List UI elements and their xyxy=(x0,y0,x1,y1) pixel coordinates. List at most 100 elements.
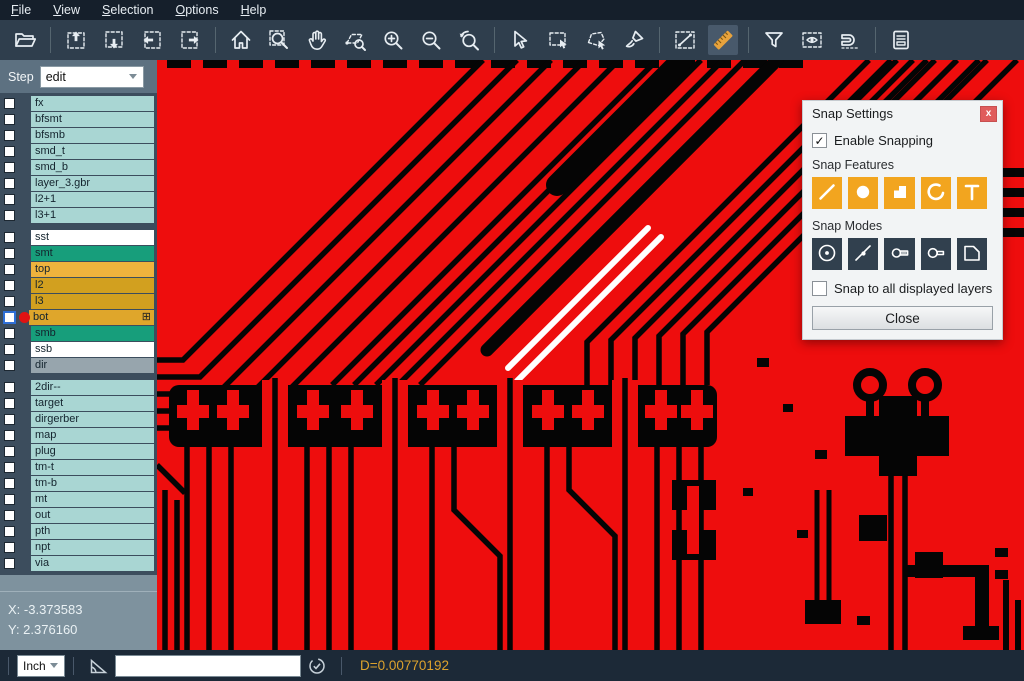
highlight-view-button[interactable] xyxy=(797,25,827,55)
layer-checkbox[interactable] xyxy=(4,398,15,409)
layer-checkbox[interactable] xyxy=(4,328,15,339)
layer-checkbox[interactable] xyxy=(4,526,15,537)
layer-checkbox[interactable] xyxy=(4,162,15,173)
snap-all-layers-checkbox[interactable] xyxy=(812,281,827,296)
layer-label[interactable]: top xyxy=(31,262,154,277)
zoom-home-button[interactable] xyxy=(226,25,256,55)
layer-label[interactable]: map xyxy=(31,428,154,443)
menu-selection[interactable]: Selection xyxy=(91,1,164,19)
filter-button[interactable] xyxy=(759,25,789,55)
snap-line-button[interactable] xyxy=(812,177,842,209)
layer-checkbox[interactable] xyxy=(4,494,15,505)
layer-label[interactable]: dir xyxy=(31,358,154,373)
layer-checkbox[interactable] xyxy=(4,558,15,569)
layer-checkbox[interactable] xyxy=(4,462,15,473)
layer-checkbox[interactable] xyxy=(4,430,15,441)
layer-label[interactable]: ssb xyxy=(31,342,154,357)
report-button[interactable] xyxy=(886,25,916,55)
measure-button[interactable] xyxy=(670,25,700,55)
layer-label[interactable]: pth xyxy=(31,524,154,539)
layer-label[interactable]: l2 xyxy=(31,278,154,293)
layer-checkbox[interactable] xyxy=(4,478,15,489)
layer-checkbox[interactable] xyxy=(3,311,16,324)
layer-checkbox[interactable] xyxy=(4,510,15,521)
refresh-check-icon[interactable] xyxy=(308,657,326,675)
pan-hand-button[interactable] xyxy=(302,25,332,55)
snap-end-outline-button[interactable] xyxy=(921,238,951,270)
layer-label[interactable]: via xyxy=(31,556,154,571)
layer-label[interactable]: smd_t xyxy=(31,144,154,159)
zoom-previous-button[interactable] xyxy=(454,25,484,55)
close-icon[interactable]: x xyxy=(980,106,997,122)
layer-label[interactable]: l3 xyxy=(31,294,154,309)
zoom-in-button[interactable] xyxy=(378,25,408,55)
enable-snapping-checkbox[interactable]: ✓ xyxy=(812,133,827,148)
snap-magnet-button[interactable] xyxy=(835,25,865,55)
layer-checkbox[interactable] xyxy=(4,232,15,243)
layer-label[interactable]: bot⊞ xyxy=(29,310,154,325)
unit-select[interactable]: Inch xyxy=(17,655,65,677)
select-button[interactable] xyxy=(505,25,535,55)
layer-label[interactable]: smt xyxy=(31,246,154,261)
layer-label[interactable]: smd_b xyxy=(31,160,154,175)
grid-icon[interactable]: ⊞ xyxy=(142,311,151,325)
menu-help[interactable]: Help xyxy=(230,1,278,19)
layer-checkbox[interactable] xyxy=(4,382,15,393)
layer-label[interactable]: out xyxy=(31,508,154,523)
pan-right-button[interactable] xyxy=(175,25,205,55)
close-button[interactable]: Close xyxy=(812,306,993,330)
layer-label[interactable]: bfsmb xyxy=(31,128,154,143)
layer-label[interactable]: dirgerber xyxy=(31,412,154,427)
snap-end-filled-button[interactable] xyxy=(884,238,914,270)
layer-checkbox[interactable] xyxy=(4,248,15,259)
layer-label[interactable]: layer_3.gbr xyxy=(31,176,154,191)
snap-center-button[interactable] xyxy=(812,238,842,270)
menu-options[interactable]: Options xyxy=(164,1,229,19)
layer-checkbox[interactable] xyxy=(4,146,15,157)
select-rectangle-button[interactable] xyxy=(543,25,573,55)
pan-down-button[interactable] xyxy=(99,25,129,55)
layer-checkbox[interactable] xyxy=(4,296,15,307)
layer-checkbox[interactable] xyxy=(4,264,15,275)
ruler-snap-button[interactable] xyxy=(708,25,738,55)
select-polygon-button[interactable] xyxy=(581,25,611,55)
snap-pad-button[interactable] xyxy=(848,177,878,209)
zoom-out-button[interactable] xyxy=(416,25,446,55)
layer-checkbox[interactable] xyxy=(4,280,15,291)
menu-file[interactable]: File xyxy=(0,1,42,19)
clean-button[interactable] xyxy=(619,25,649,55)
layer-label[interactable]: target xyxy=(31,396,154,411)
layer-label[interactable]: npt xyxy=(31,540,154,555)
layer-label[interactable]: sst xyxy=(31,230,154,245)
layer-checkbox[interactable] xyxy=(4,130,15,141)
layer-checkbox[interactable] xyxy=(4,210,15,221)
layer-checkbox[interactable] xyxy=(4,194,15,205)
layer-label[interactable]: tm-t xyxy=(31,460,154,475)
layer-checkbox[interactable] xyxy=(4,542,15,553)
layer-label[interactable]: 2dir-- xyxy=(31,380,154,395)
layer-checkbox[interactable] xyxy=(4,344,15,355)
layer-label[interactable]: mt xyxy=(31,492,154,507)
layer-checkbox[interactable] xyxy=(4,446,15,457)
snap-contour-button[interactable] xyxy=(957,238,987,270)
layer-label[interactable]: plug xyxy=(31,444,154,459)
zoom-drag-button[interactable] xyxy=(340,25,370,55)
open-button[interactable] xyxy=(10,25,40,55)
command-input[interactable] xyxy=(115,655,301,677)
zoom-window-button[interactable] xyxy=(264,25,294,55)
snap-midpoint-button[interactable] xyxy=(848,238,878,270)
step-select[interactable]: edit xyxy=(40,66,144,88)
layer-checkbox[interactable] xyxy=(4,360,15,371)
layer-checkbox[interactable] xyxy=(4,114,15,125)
layer-label[interactable]: smb xyxy=(31,326,154,341)
snap-arc-button[interactable] xyxy=(921,177,951,209)
layer-checkbox[interactable] xyxy=(4,178,15,189)
pan-left-button[interactable] xyxy=(137,25,167,55)
layer-label[interactable]: tm-b xyxy=(31,476,154,491)
snap-text-button[interactable] xyxy=(957,177,987,209)
layer-checkbox[interactable] xyxy=(4,414,15,425)
layer-label[interactable]: l3+1 xyxy=(31,208,154,223)
layer-label[interactable]: fx xyxy=(31,96,154,111)
layer-checkbox[interactable] xyxy=(4,98,15,109)
snap-surface-button[interactable] xyxy=(884,177,914,209)
